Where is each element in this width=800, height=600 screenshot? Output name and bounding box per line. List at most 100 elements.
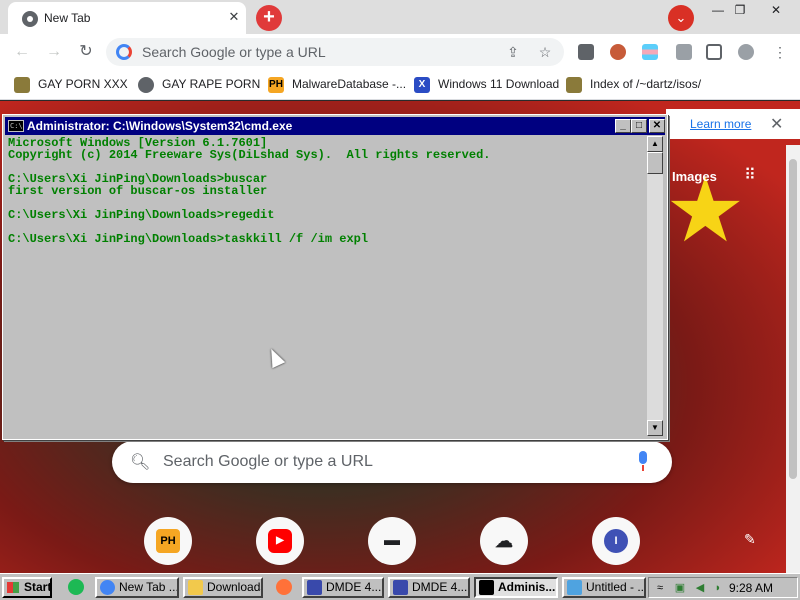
taskbar-item-dmde-1[interactable]: DMDE 4....	[302, 577, 384, 598]
shortcut-upload[interactable]: ☁	[480, 517, 528, 565]
cmd-minimize-button[interactable]: _	[615, 119, 631, 133]
pencil-icon[interactable]: ✎	[744, 531, 756, 548]
folder-icon: ▬	[384, 532, 400, 549]
cmd-console-output[interactable]: Microsoft Windows [Version 6.1.7601] Copy…	[6, 136, 646, 436]
cmd-scrollbar[interactable]: ▲ ▼	[647, 136, 663, 436]
cmd-titlebar[interactable]: C:\ Administrator: C:\Windows\System32\c…	[5, 117, 665, 135]
address-bar-placeholder: Search Google or type a URL	[142, 44, 326, 60]
taskbar-item-label: Untitled - ...	[586, 580, 646, 594]
taskbar-item-label: New Tab ...	[119, 580, 179, 594]
back-icon[interactable]: ←	[12, 42, 32, 62]
volume-icon[interactable]: ◀	[693, 581, 707, 595]
chrome-icon	[22, 11, 38, 27]
extension-avatar-icon[interactable]	[610, 44, 626, 60]
youtube-icon: ▶	[268, 529, 292, 553]
scroll-up-icon[interactable]: ▲	[647, 136, 663, 152]
search-icon: 🔍︎	[130, 454, 151, 471]
bookmark-item[interactable]: PH MalwareDatabase -...	[268, 77, 406, 93]
close-window-button[interactable]: ✕	[766, 2, 786, 18]
ublock-extension-icon[interactable]	[578, 44, 594, 60]
shortcut-youtube[interactable]: ▶	[256, 517, 304, 565]
ntp-search-box[interactable]: 🔍︎ Search Google or type a URL	[112, 441, 672, 483]
bookmark-label: Windows 11 Download	[438, 77, 560, 92]
tab-title: New Tab	[44, 11, 91, 25]
forward-icon[interactable]: →	[44, 42, 64, 62]
chrome-icon	[100, 580, 115, 595]
taskbar-item-new-tab[interactable]: New Tab ...	[95, 577, 179, 598]
tray-app-icon[interactable]: ◗	[711, 581, 725, 595]
cmd-close-button[interactable]: ✕	[649, 119, 665, 133]
flag-extension-icon[interactable]	[642, 44, 658, 60]
shortcut-i[interactable]: I	[592, 517, 640, 565]
cmd-maximize-button[interactable]: □	[631, 119, 647, 133]
shortcut-files[interactable]: ▬	[368, 517, 416, 565]
learn-more-link[interactable]: Learn more	[690, 117, 751, 131]
dmde-icon	[393, 580, 408, 595]
address-bar[interactable]: Search Google or type a URL ⇪ ☆	[106, 38, 564, 66]
taskbar-item-downloads[interactable]: Downloads	[183, 577, 263, 598]
console-line: Copyright (c) 2014 Freeware Sys(DiLshad …	[8, 148, 491, 162]
network-icon[interactable]: ▣	[673, 581, 687, 595]
x-icon: X	[414, 77, 430, 93]
side-panel-icon[interactable]	[706, 44, 722, 60]
close-icon[interactable]: ✕	[770, 114, 783, 134]
kebab-menu-icon[interactable]: ⋮	[772, 44, 788, 60]
puzzle-icon[interactable]	[676, 44, 692, 60]
bookmark-star-icon[interactable]: ☆	[536, 43, 554, 61]
apps-grid-icon[interactable]: ⠿	[740, 167, 760, 187]
spotify-icon[interactable]	[68, 579, 84, 595]
person-icon	[566, 77, 582, 93]
clock[interactable]: 9:28 AM	[729, 581, 773, 595]
bookmark-item[interactable]: Index of /~dartz/isos/	[566, 77, 701, 93]
tray-expand-icon[interactable]: ≈	[653, 581, 667, 595]
shortcut-ph[interactable]: PH	[144, 517, 192, 565]
taskbar-item-label: Adminis...	[498, 580, 556, 594]
taskbar-item-label: Downloads	[207, 580, 263, 594]
images-link[interactable]: Images	[672, 169, 717, 184]
bookmark-label: GAY PORN XXX	[38, 77, 128, 92]
taskbar-item-cmd[interactable]: Adminis...	[474, 577, 558, 598]
cmd-title: Administrator: C:\Windows\System32\cmd.e…	[27, 119, 293, 133]
cmd-scrollbar-thumb[interactable]	[647, 152, 663, 174]
customize-infobar: Learn more ✕	[666, 109, 800, 139]
system-tray: ≈ ▣ ◀ ◗ 9:28 AM	[648, 577, 798, 598]
microphone-icon[interactable]	[636, 451, 650, 471]
cmd-icon	[479, 580, 494, 595]
taskbar-item-dmde-2[interactable]: DMDE 4....	[388, 577, 470, 598]
folder-icon	[188, 580, 203, 595]
bookmark-item[interactable]: GAY PORN XXX	[14, 77, 128, 93]
new-tab-button[interactable]: +	[256, 5, 282, 31]
tab-close-icon[interactable]: ✕	[226, 9, 242, 25]
paint-icon	[567, 580, 582, 595]
letter-i-icon: I	[604, 529, 628, 553]
bookmark-item[interactable]: GAY RAPE PORN	[138, 77, 260, 93]
page-scrollbar[interactable]	[786, 145, 800, 573]
bookmark-label: GAY RAPE PORN	[162, 77, 261, 92]
share-icon[interactable]: ⇪	[504, 43, 522, 61]
dmde-icon	[307, 580, 322, 595]
chevron-down-icon[interactable]: ⌄	[668, 5, 694, 31]
bookmarks-bar: GAY PORN XXX GAY RAPE PORN PH MalwareData…	[0, 70, 800, 100]
cmd-window: C:\ Administrator: C:\Windows\System32\c…	[2, 114, 668, 440]
scrollbar-thumb[interactable]	[789, 159, 797, 479]
person-icon	[14, 77, 30, 93]
console-line: C:\Users\Xi JinPing\Downloads>regedit	[8, 208, 275, 222]
browser-tabstrip: New Tab ✕ + ⌄ — ❐ ✕	[0, 0, 800, 34]
minimize-button[interactable]: —	[708, 2, 728, 18]
taskbar-item-label: DMDE 4....	[412, 580, 470, 594]
taskbar-item-untitled[interactable]: Untitled - ...	[562, 577, 646, 598]
cloud-upload-icon: ☁	[495, 531, 513, 551]
bookmark-label: Index of /~dartz/isos/	[590, 77, 702, 92]
start-button[interactable]: Start	[2, 577, 52, 598]
maximize-button[interactable]: ❐	[730, 2, 750, 18]
ph-icon: PH	[268, 77, 284, 93]
profile-icon[interactable]	[738, 44, 754, 60]
console-line: C:\Users\Xi JinPing\Downloads>taskkill /…	[8, 232, 369, 246]
firefox-icon[interactable]	[276, 579, 292, 595]
globe-icon	[138, 77, 154, 93]
bookmark-label: MalwareDatabase -...	[292, 77, 407, 92]
bookmark-item[interactable]: X Windows 11 Download	[414, 77, 559, 93]
tab-new-tab[interactable]: New Tab ✕	[8, 2, 246, 34]
reload-icon[interactable]: ↻	[76, 42, 96, 62]
scroll-down-icon[interactable]: ▼	[647, 420, 663, 436]
